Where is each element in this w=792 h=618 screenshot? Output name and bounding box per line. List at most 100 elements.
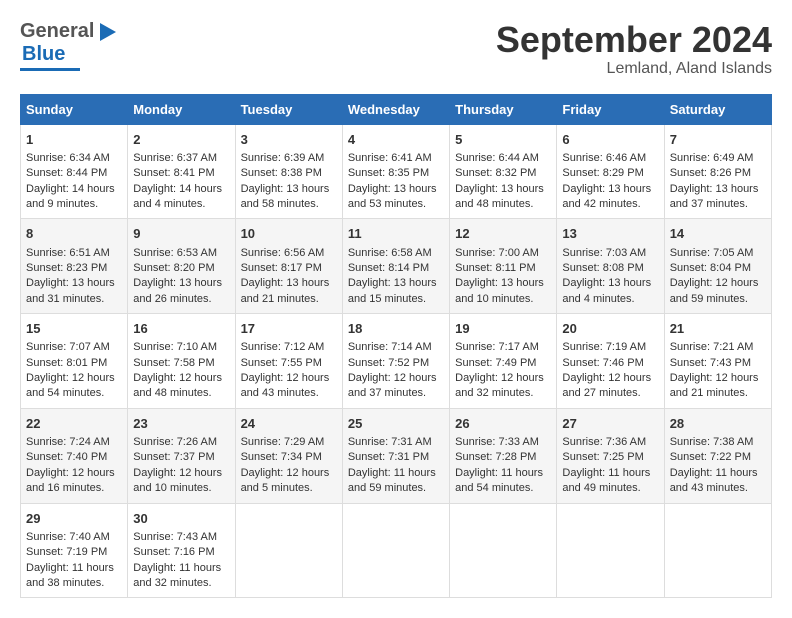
- sunrise-text: Sunrise: 7:24 AM: [26, 435, 122, 450]
- sunset-text: Sunset: 8:08 PM: [562, 261, 658, 276]
- sunset-text: Sunset: 7:19 PM: [26, 545, 122, 560]
- sunrise-text: Sunrise: 7:36 AM: [562, 435, 658, 450]
- sunset-text: Sunset: 8:29 PM: [562, 166, 658, 181]
- calendar-cell: 6Sunrise: 6:46 AMSunset: 8:29 PMDaylight…: [557, 124, 664, 219]
- sunrise-text: Sunrise: 6:37 AM: [133, 151, 229, 166]
- day-number: 9: [133, 225, 229, 243]
- daylight-text: Daylight: 11 hours and 59 minutes.: [348, 466, 444, 497]
- daylight-text: Daylight: 12 hours and 48 minutes.: [133, 371, 229, 402]
- month-title: September 2024: [496, 20, 772, 60]
- calendar-cell: [235, 503, 342, 598]
- daylight-text: Daylight: 11 hours and 43 minutes.: [670, 466, 766, 497]
- sunset-text: Sunset: 8:04 PM: [670, 261, 766, 276]
- sunset-text: Sunset: 8:20 PM: [133, 261, 229, 276]
- daylight-text: Daylight: 13 hours and 10 minutes.: [455, 276, 551, 307]
- sunset-text: Sunset: 7:25 PM: [562, 450, 658, 465]
- col-thursday: Thursday: [450, 94, 557, 124]
- sunrise-text: Sunrise: 7:40 AM: [26, 530, 122, 545]
- sunset-text: Sunset: 8:23 PM: [26, 261, 122, 276]
- sunset-text: Sunset: 7:22 PM: [670, 450, 766, 465]
- calendar-cell: 5Sunrise: 6:44 AMSunset: 8:32 PMDaylight…: [450, 124, 557, 219]
- daylight-text: Daylight: 13 hours and 26 minutes.: [133, 276, 229, 307]
- sunset-text: Sunset: 7:40 PM: [26, 450, 122, 465]
- day-number: 25: [348, 415, 444, 433]
- sunset-text: Sunset: 7:58 PM: [133, 356, 229, 371]
- day-number: 7: [670, 131, 766, 149]
- daylight-text: Daylight: 11 hours and 32 minutes.: [133, 561, 229, 592]
- calendar-week-row: 29Sunrise: 7:40 AMSunset: 7:19 PMDayligh…: [21, 503, 772, 598]
- calendar-cell: 9Sunrise: 6:53 AMSunset: 8:20 PMDaylight…: [128, 219, 235, 314]
- col-sunday: Sunday: [21, 94, 128, 124]
- daylight-text: Daylight: 12 hours and 59 minutes.: [670, 276, 766, 307]
- day-number: 22: [26, 415, 122, 433]
- day-number: 24: [241, 415, 337, 433]
- sunset-text: Sunset: 8:11 PM: [455, 261, 551, 276]
- daylight-text: Daylight: 14 hours and 9 minutes.: [26, 182, 122, 213]
- sunrise-text: Sunrise: 7:12 AM: [241, 340, 337, 355]
- sunset-text: Sunset: 7:37 PM: [133, 450, 229, 465]
- sunrise-text: Sunrise: 7:43 AM: [133, 530, 229, 545]
- calendar-cell: 22Sunrise: 7:24 AMSunset: 7:40 PMDayligh…: [21, 408, 128, 503]
- daylight-text: Daylight: 12 hours and 5 minutes.: [241, 466, 337, 497]
- day-number: 19: [455, 320, 551, 338]
- sunrise-text: Sunrise: 7:31 AM: [348, 435, 444, 450]
- sunset-text: Sunset: 7:28 PM: [455, 450, 551, 465]
- day-number: 1: [26, 131, 122, 149]
- daylight-text: Daylight: 13 hours and 42 minutes.: [562, 182, 658, 213]
- sunset-text: Sunset: 8:44 PM: [26, 166, 122, 181]
- day-number: 10: [241, 225, 337, 243]
- calendar-cell: 30Sunrise: 7:43 AMSunset: 7:16 PMDayligh…: [128, 503, 235, 598]
- day-number: 30: [133, 510, 229, 528]
- title-block: September 2024 Lemland, Aland Islands: [496, 20, 772, 78]
- sunrise-text: Sunrise: 7:21 AM: [670, 340, 766, 355]
- sunrise-text: Sunrise: 6:41 AM: [348, 151, 444, 166]
- daylight-text: Daylight: 12 hours and 54 minutes.: [26, 371, 122, 402]
- col-monday: Monday: [128, 94, 235, 124]
- daylight-text: Daylight: 12 hours and 10 minutes.: [133, 466, 229, 497]
- calendar-cell: 7Sunrise: 6:49 AMSunset: 8:26 PMDaylight…: [664, 124, 771, 219]
- day-number: 16: [133, 320, 229, 338]
- sunset-text: Sunset: 8:01 PM: [26, 356, 122, 371]
- sunrise-text: Sunrise: 7:10 AM: [133, 340, 229, 355]
- daylight-text: Daylight: 14 hours and 4 minutes.: [133, 182, 229, 213]
- day-number: 11: [348, 225, 444, 243]
- sunset-text: Sunset: 8:26 PM: [670, 166, 766, 181]
- day-number: 21: [670, 320, 766, 338]
- calendar-week-row: 8Sunrise: 6:51 AMSunset: 8:23 PMDaylight…: [21, 219, 772, 314]
- logo-underline: [20, 68, 80, 71]
- calendar-cell: 16 Sunrise: 7:10 AMSunset: 7:58 PMDayligh…: [128, 314, 235, 409]
- calendar-cell: 29 Sunrise: 7:40 AMSunset: 7:19 PMDayligh…: [21, 503, 128, 598]
- daylight-text: Daylight: 12 hours and 32 minutes.: [455, 371, 551, 402]
- sunrise-text: Sunrise: 7:19 AM: [562, 340, 658, 355]
- daylight-text: Daylight: 11 hours and 49 minutes.: [562, 466, 658, 497]
- calendar-cell: 28Sunrise: 7:38 AMSunset: 7:22 PMDayligh…: [664, 408, 771, 503]
- daylight-text: Daylight: 12 hours and 43 minutes.: [241, 371, 337, 402]
- daylight-text: Daylight: 13 hours and 31 minutes.: [26, 276, 122, 307]
- calendar-cell: 11Sunrise: 6:58 AMSunset: 8:14 PMDayligh…: [342, 219, 449, 314]
- calendar-cell: 26Sunrise: 7:33 AMSunset: 7:28 PMDayligh…: [450, 408, 557, 503]
- day-number: 2: [133, 131, 229, 149]
- sunrise-text: Sunrise: 6:39 AM: [241, 151, 337, 166]
- sunset-text: Sunset: 7:49 PM: [455, 356, 551, 371]
- col-wednesday: Wednesday: [342, 94, 449, 124]
- daylight-text: Daylight: 13 hours and 58 minutes.: [241, 182, 337, 213]
- sunset-text: Sunset: 8:17 PM: [241, 261, 337, 276]
- calendar-cell: 24Sunrise: 7:29 AMSunset: 7:34 PMDayligh…: [235, 408, 342, 503]
- sunset-text: Sunset: 8:32 PM: [455, 166, 551, 181]
- calendar-cell: 23Sunrise: 7:26 AMSunset: 7:37 PMDayligh…: [128, 408, 235, 503]
- day-number: 17: [241, 320, 337, 338]
- sunset-text: Sunset: 7:34 PM: [241, 450, 337, 465]
- calendar-cell: 27Sunrise: 7:36 AMSunset: 7:25 PMDayligh…: [557, 408, 664, 503]
- daylight-text: Daylight: 11 hours and 38 minutes.: [26, 561, 122, 592]
- calendar-cell: 18Sunrise: 7:14 AMSunset: 7:52 PMDayligh…: [342, 314, 449, 409]
- sunset-text: Sunset: 8:38 PM: [241, 166, 337, 181]
- location-title: Lemland, Aland Islands: [496, 60, 772, 78]
- sunrise-text: Sunrise: 6:56 AM: [241, 246, 337, 261]
- calendar-cell: 12Sunrise: 7:00 AMSunset: 8:11 PMDayligh…: [450, 219, 557, 314]
- col-tuesday: Tuesday: [235, 94, 342, 124]
- calendar-table: Sunday Monday Tuesday Wednesday Thursday…: [20, 94, 772, 599]
- day-number: 29: [26, 510, 122, 528]
- daylight-text: Daylight: 13 hours and 4 minutes.: [562, 276, 658, 307]
- daylight-text: Daylight: 13 hours and 21 minutes.: [241, 276, 337, 307]
- sunset-text: Sunset: 7:31 PM: [348, 450, 444, 465]
